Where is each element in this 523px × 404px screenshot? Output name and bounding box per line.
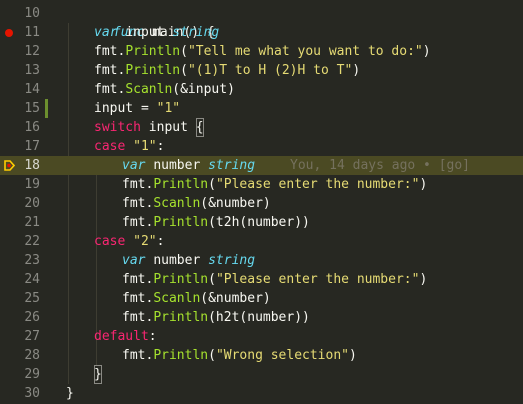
line-number: 12 (24, 44, 40, 59)
code-line[interactable]: 28 fmt.Println("Wrong selection") (0, 346, 523, 365)
code-text[interactable]: case "1": (94, 137, 164, 156)
line-number: 17 (24, 139, 40, 154)
line-number: 29 (24, 367, 40, 382)
code-line[interactable]: 15 input = "1" (0, 99, 523, 118)
code-text[interactable]: fmt.Println("(1)T to H (2)H to T") (94, 61, 360, 80)
code-text[interactable]: fmt.Println(t2h(number)) (122, 213, 310, 232)
code-line[interactable]: 16 switch input { (0, 118, 523, 137)
line-number: 27 (24, 329, 40, 344)
line-number: 19 (24, 177, 40, 192)
code-line[interactable]: 21 fmt.Println(t2h(number)) (0, 213, 523, 232)
code-text[interactable]: var number string (122, 156, 255, 175)
code-text[interactable]: var input string (94, 23, 219, 42)
code-line[interactable]: 25 fmt.Scanln(&number) (0, 289, 523, 308)
code-text[interactable]: fmt.Println("Please enter the number:") (122, 270, 427, 289)
code-text[interactable]: fmt.Println(h2t(number)) (122, 308, 310, 327)
line-number: 24 (24, 272, 40, 287)
matched-bracket: { (195, 118, 204, 137)
modified-line-marker[interactable] (45, 99, 48, 118)
code-line[interactable]: 12 fmt.Println("Tell me what you want to… (0, 42, 523, 61)
code-text[interactable]: input = "1" (94, 99, 180, 118)
code-line-active[interactable]: 18 var number string You, 14 days ago • … (0, 156, 523, 175)
code-line[interactable]: 20 fmt.Scanln(&number) (0, 194, 523, 213)
code-line[interactable]: 19 fmt.Println("Please enter the number:… (0, 175, 523, 194)
line-number: 15 (24, 101, 40, 116)
line-number: 13 (24, 63, 40, 78)
line-number: 16 (24, 120, 40, 135)
code-text[interactable]: } (66, 384, 74, 403)
code-editor[interactable]: 10 func main() { 11 var input string 12 … (0, 0, 523, 404)
code-text[interactable]: fmt.Println("Please enter the number:") (122, 175, 427, 194)
line-number: 11 (24, 25, 40, 40)
line-number: 28 (24, 348, 40, 363)
code-text[interactable]: fmt.Scanln(&input) (94, 80, 235, 99)
code-line[interactable]: 27 default: (0, 327, 523, 346)
code-text[interactable]: case "2": (94, 232, 164, 251)
code-line[interactable]: 13 fmt.Println("(1)T to H (2)H to T") (0, 61, 523, 80)
code-text[interactable]: switch input { (94, 118, 204, 137)
line-number: 21 (24, 215, 40, 230)
code-line[interactable]: 30 } (0, 384, 523, 403)
line-number: 14 (24, 82, 40, 97)
line-number: 22 (24, 234, 40, 249)
code-text[interactable]: } (94, 365, 102, 384)
line-number: 25 (24, 291, 40, 306)
code-line[interactable]: 10 func main() { (0, 4, 523, 40)
code-line[interactable]: 29 } (0, 365, 523, 384)
code-text[interactable]: fmt.Println("Tell me what you want to do… (94, 42, 431, 61)
line-number: 30 (24, 386, 40, 401)
code-line[interactable]: 26 fmt.Println(h2t(number)) (0, 308, 523, 327)
code-text[interactable]: fmt.Scanln(&number) (122, 289, 271, 308)
code-line[interactable]: 11 var input string (0, 23, 523, 42)
code-text[interactable]: fmt.Println("Wrong selection") (122, 346, 357, 365)
code-line[interactable]: 24 fmt.Println("Please enter the number:… (0, 270, 523, 289)
code-line[interactable]: 22 case "2": (0, 232, 523, 251)
matched-bracket: } (94, 365, 102, 384)
code-line[interactable]: 23 var number string (0, 251, 523, 270)
code-text[interactable]: fmt.Scanln(&number) (122, 194, 271, 213)
code-text[interactable]: var number string (122, 251, 255, 270)
code-line[interactable]: 14 fmt.Scanln(&input) (0, 80, 523, 99)
git-blame-annotation: You, 14 days ago • [go] (290, 158, 471, 173)
line-number: 26 (24, 310, 40, 325)
line-number: 10 (24, 6, 40, 21)
code-line[interactable]: 17 case "1": (0, 137, 523, 156)
code-text[interactable]: default: (94, 327, 157, 346)
line-number: 18 (24, 158, 40, 173)
line-number: 23 (24, 253, 40, 268)
line-number: 20 (24, 196, 40, 211)
